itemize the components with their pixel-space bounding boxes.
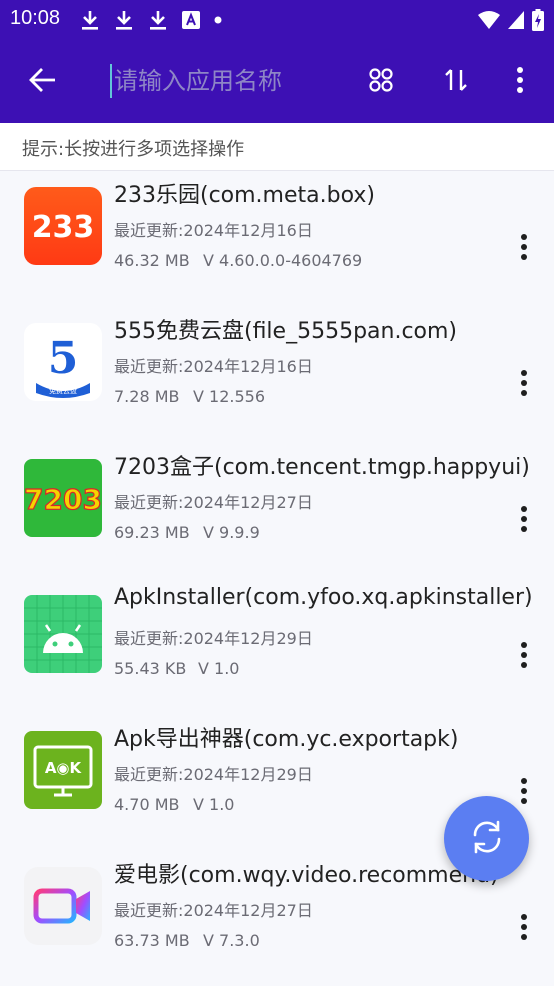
app-name: 爱电影(com.wqy.video.recommend) (114, 863, 499, 888)
search-input[interactable] (114, 60, 348, 102)
more-vert-icon (516, 66, 524, 97)
more-vert-icon (520, 914, 528, 944)
a-notification-icon (182, 11, 200, 29)
svg-text:A◉K: A◉K (45, 759, 83, 777)
app-size: 7.28 MB (114, 387, 180, 406)
app-updated: 最近更新:2024年12月29日 (114, 765, 313, 784)
app-name: 555免费云盘(file_5555pan.com) (114, 319, 458, 344)
sort-icon (445, 68, 467, 96)
hint-text: 提示:长按进行多项选择操作 (22, 139, 245, 160)
app-version: V 1.0 (198, 659, 240, 678)
svg-text:233: 233 (32, 210, 95, 245)
item-more-button[interactable] (508, 365, 540, 405)
text-cursor (110, 64, 112, 98)
list-item[interactable]: 5 免费云盘 555免费云盘(file_5555pan.com) 最近更新:20… (0, 307, 554, 443)
more-options-button[interactable] (492, 40, 548, 123)
svg-text:5: 5 (48, 333, 79, 384)
app-name: 233乐园(com.meta.box) (114, 183, 375, 208)
arrow-left-icon (29, 67, 57, 97)
status-time: 10:08 (10, 7, 61, 29)
download-icon (114, 9, 134, 31)
wifi-icon (478, 11, 500, 29)
apk-export-app-icon: A◉K (24, 731, 102, 809)
app-name: ApkInstaller(com.yfoo.xq.apkinstaller) (114, 585, 533, 610)
app-toolbar (0, 40, 554, 123)
more-vert-icon (520, 370, 528, 400)
back-button[interactable] (15, 40, 71, 123)
refresh-icon (467, 817, 507, 861)
more-vert-icon (520, 778, 528, 808)
refresh-fab[interactable] (444, 796, 529, 881)
app-size: 63.73 MB (114, 931, 190, 950)
app-version: V 7.3.0 (203, 931, 260, 950)
signal-icon (508, 11, 524, 29)
app-size: 55.43 KB (114, 659, 187, 678)
grid-view-icon (369, 67, 393, 96)
svg-text:7203: 7203 (24, 483, 102, 516)
icon-caption: 免费云盘 (49, 386, 77, 395)
app-updated: 最近更新:2024年12月27日 (114, 493, 313, 512)
app-version: V 4.60.0.0-4604769 (203, 251, 363, 270)
app-name: Apk导出神器(com.yc.exportapk) (114, 727, 459, 752)
app-size: 69.23 MB (114, 523, 190, 542)
more-vert-icon (520, 234, 528, 264)
555-cloud-app-icon: 5 免费云盘 (24, 323, 102, 401)
search-box[interactable] (108, 60, 348, 102)
app-version: V 9.9.9 (203, 523, 260, 542)
system-icons (470, 6, 544, 34)
list-item[interactable]: 7203 7203盒子(com.tencent.tmgp.happyui) 最近… (0, 443, 554, 579)
battery-charging-icon (532, 9, 544, 31)
status-bar: 10:08 (0, 0, 554, 40)
item-more-button[interactable] (508, 909, 540, 949)
list-item[interactable]: ApkInstaller(com.yfoo.xq.apkinstaller) 最… (0, 579, 554, 715)
app-version: V 12.556 (193, 387, 266, 406)
app-updated: 最近更新:2024年12月16日 (114, 221, 313, 240)
233-app-icon: 233 (24, 187, 102, 265)
dot-icon (214, 16, 222, 24)
app-version: V 1.0 (193, 795, 235, 814)
android-app-icon (24, 595, 102, 673)
download-icon (80, 9, 100, 31)
hint-bar: 提示:长按进行多项选择操作 (0, 123, 554, 171)
item-more-button[interactable] (508, 229, 540, 269)
app-updated: 最近更新:2024年12月27日 (114, 901, 313, 920)
more-vert-icon (520, 506, 528, 536)
more-vert-icon (520, 642, 528, 672)
item-more-button[interactable] (508, 501, 540, 541)
app-name: 7203盒子(com.tencent.tmgp.happyui) (114, 455, 530, 480)
app-updated: 最近更新:2024年12月16日 (114, 357, 313, 376)
download-icon (148, 9, 168, 31)
app-size: 4.70 MB (114, 795, 180, 814)
7203-box-app-icon: 7203 (24, 459, 102, 537)
app-updated: 最近更新:2024年12月29日 (114, 629, 313, 648)
item-more-button[interactable] (508, 637, 540, 677)
list-item[interactable]: 233 233乐园(com.meta.box) 最近更新:2024年12月16日… (0, 171, 554, 307)
movie-app-icon (24, 867, 102, 945)
app-size: 46.32 MB (114, 251, 190, 270)
sort-button[interactable] (428, 40, 484, 123)
notification-icons (80, 6, 236, 34)
grid-view-button[interactable] (353, 40, 409, 123)
